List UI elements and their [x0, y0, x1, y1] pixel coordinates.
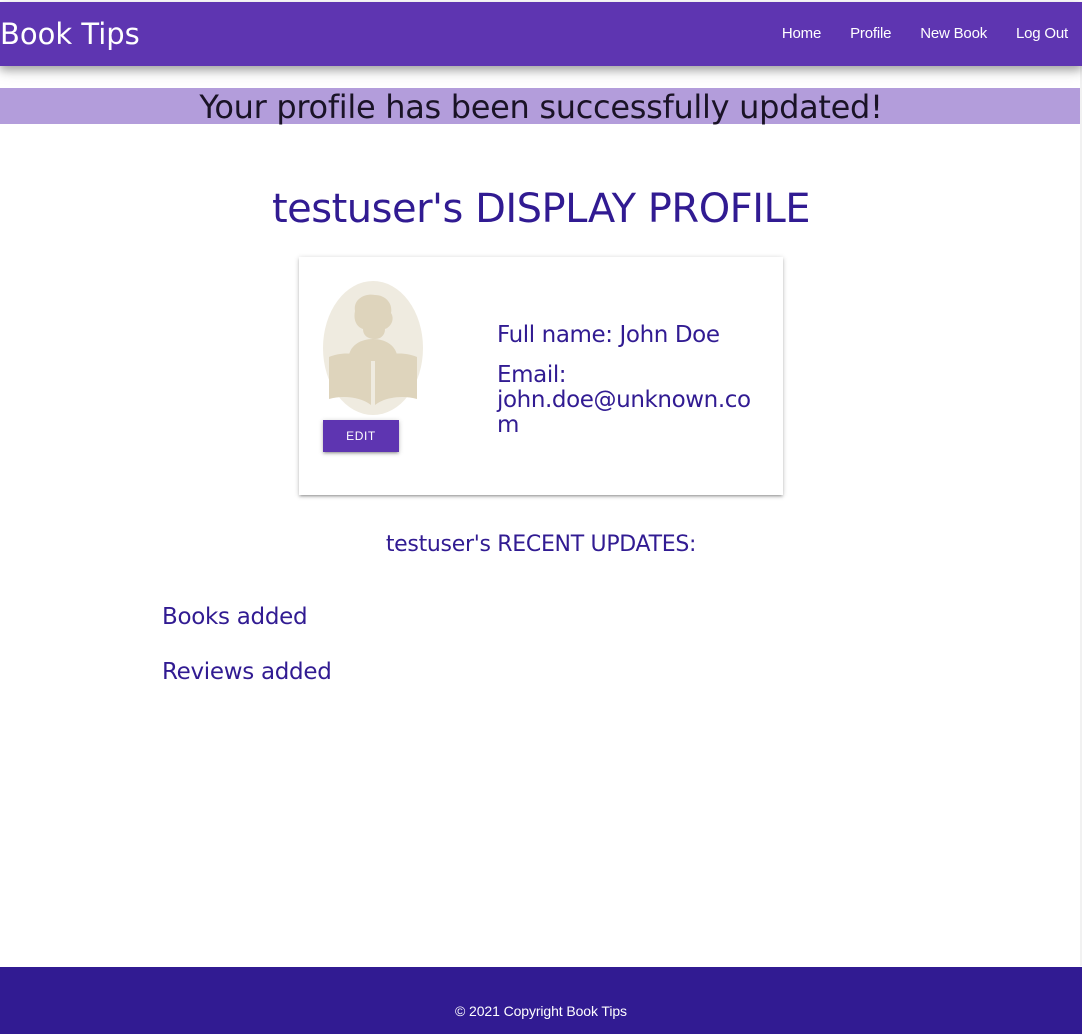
- edit-profile-button[interactable]: EDIT: [323, 420, 399, 452]
- books-added-heading: Books added: [162, 604, 308, 630]
- footer-copyright: © 2021 Copyright Book Tips: [455, 1003, 627, 1019]
- email-label: Email:: [497, 362, 567, 388]
- nav-links: Home Profile New Book Log Out: [767, 2, 1082, 66]
- profile-card: EDIT Full name: John Doe Email: john.doe…: [299, 257, 783, 495]
- recent-updates-title: testuser's RECENT UPDATES:: [385, 532, 697, 557]
- full-name-text: Full name: John Doe: [497, 322, 720, 348]
- page: Book Tips Home Profile New Book Log Out …: [0, 0, 1082, 1034]
- page-title: testuser's DISPLAY PROFILE: [271, 186, 811, 232]
- flash-message: Your profile has been successfully updat…: [0, 88, 1082, 126]
- reader-avatar-icon: [323, 281, 423, 415]
- email-block: Email: john.doe@unknown.com: [497, 363, 767, 438]
- nav-item-log-out[interactable]: Log Out: [1001, 2, 1082, 66]
- reviews-added-heading: Reviews added: [162, 659, 332, 685]
- nav-item-profile[interactable]: Profile: [835, 2, 905, 66]
- email-value: john.doe@unknown.com: [497, 387, 751, 438]
- nav-item-home[interactable]: Home: [767, 2, 835, 66]
- footer: © 2021 Copyright Book Tips: [0, 967, 1082, 1034]
- brand-logo-link[interactable]: Book Tips: [0, 2, 140, 66]
- nav-item-new-book[interactable]: New Book: [905, 2, 1001, 66]
- navbar: Book Tips Home Profile New Book Log Out: [0, 2, 1082, 66]
- profile-info: Full name: John Doe Email: john.doe@unkn…: [497, 321, 767, 438]
